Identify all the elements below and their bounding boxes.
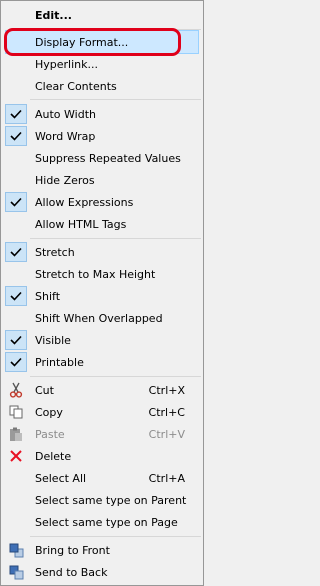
- menu-item-label: Edit...: [35, 8, 72, 22]
- menu-item-label: Hyperlink...: [35, 57, 98, 71]
- menu-item-edit[interactable]: Edit...: [3, 4, 201, 26]
- menu-item-label: Visible: [35, 333, 71, 347]
- menu-item-label: Hide Zeros: [35, 173, 95, 187]
- menu-item-label: Select same type on Page: [35, 515, 178, 529]
- menu-item-label: Paste: [35, 427, 65, 441]
- scissors-icon: [5, 380, 27, 400]
- menu-item-select-all[interactable]: Select All Ctrl+A: [3, 467, 201, 489]
- checkmark-icon: [5, 286, 27, 306]
- menu-item-hide-zeros[interactable]: Hide Zeros: [3, 169, 201, 191]
- menu-item-label: Shift When Overlapped: [35, 311, 163, 325]
- menu-item-select-same-type-on-parent[interactable]: Select same type on Parent: [3, 489, 201, 511]
- menu-item-label: Cut: [35, 383, 54, 397]
- menu-item-hyperlink[interactable]: Hyperlink...: [3, 53, 201, 75]
- menu-item-clear-contents[interactable]: Clear Contents: [3, 75, 201, 97]
- send-to-back-icon: [5, 562, 27, 582]
- menu-item-label: Bring to Front: [35, 543, 110, 557]
- checkmark-icon: [5, 242, 27, 262]
- menu-item-bring-to-front[interactable]: Bring to Front: [3, 539, 201, 561]
- menu-item-word-wrap[interactable]: Word Wrap: [3, 125, 201, 147]
- menu-item-label: Stretch: [35, 245, 75, 259]
- copy-icon: [5, 402, 27, 422]
- bring-to-front-icon: [5, 540, 27, 560]
- paste-icon: [5, 424, 27, 444]
- checkmark-icon: [5, 104, 27, 124]
- menu-item-label: Allow Expressions: [35, 195, 134, 209]
- menu-item-shortcut: Ctrl+X: [148, 383, 185, 397]
- checkmark-icon: [5, 330, 27, 350]
- menu-item-shortcut: Ctrl+V: [148, 427, 185, 441]
- menu-item-label: Printable: [35, 355, 84, 369]
- menu-item-select-same-type-on-page[interactable]: Select same type on Page: [3, 511, 201, 533]
- menu-separator: [30, 99, 201, 100]
- checkmark-icon: [5, 192, 27, 212]
- menu-item-shift-when-overlapped[interactable]: Shift When Overlapped: [3, 307, 201, 329]
- menu-item-send-to-back[interactable]: Send to Back: [3, 561, 201, 583]
- menu-item-copy[interactable]: Copy Ctrl+C: [3, 401, 201, 423]
- menu-item-label: Select same type on Parent: [35, 493, 187, 507]
- menu-item-stretch-to-max-height[interactable]: Stretch to Max Height: [3, 263, 201, 285]
- menu-item-label: Send to Back: [35, 565, 108, 579]
- menu-item-suppress-repeated-values[interactable]: Suppress Repeated Values: [3, 147, 201, 169]
- menu-item-auto-width[interactable]: Auto Width: [3, 103, 201, 125]
- menu-item-label: Stretch to Max Height: [35, 267, 156, 281]
- menu-separator: [30, 376, 201, 377]
- menu-item-visible[interactable]: Visible: [3, 329, 201, 351]
- annotation-ring: [4, 28, 181, 56]
- menu-item-label: Copy: [35, 405, 63, 419]
- menu-item-paste[interactable]: Paste Ctrl+V: [3, 423, 201, 445]
- menu-item-label: Suppress Repeated Values: [35, 151, 181, 165]
- menu-separator: [30, 536, 201, 537]
- delete-x-icon: [5, 446, 27, 466]
- menu-item-stretch[interactable]: Stretch: [3, 241, 201, 263]
- menu-item-shift[interactable]: Shift: [3, 285, 201, 307]
- menu-item-label: Word Wrap: [35, 129, 96, 143]
- context-menu: Edit... Display Format... Hyperlink... C…: [0, 0, 204, 586]
- menu-item-delete[interactable]: Delete: [3, 445, 201, 467]
- menu-item-allow-html-tags[interactable]: Allow HTML Tags: [3, 213, 201, 235]
- menu-item-printable[interactable]: Printable: [3, 351, 201, 373]
- menu-item-shortcut: Ctrl+A: [148, 471, 185, 485]
- menu-separator: [30, 238, 201, 239]
- menu-item-label: Delete: [35, 449, 72, 463]
- menu-item-allow-expressions[interactable]: Allow Expressions: [3, 191, 201, 213]
- checkmark-icon: [5, 352, 27, 372]
- menu-item-label: Clear Contents: [35, 79, 117, 93]
- menu-item-label: Allow HTML Tags: [35, 217, 127, 231]
- menu-item-shortcut: Ctrl+C: [148, 405, 185, 419]
- menu-item-label: Auto Width: [35, 107, 96, 121]
- menu-item-label: Shift: [35, 289, 61, 303]
- checkmark-icon: [5, 126, 27, 146]
- menu-item-cut[interactable]: Cut Ctrl+X: [3, 379, 201, 401]
- menu-item-label: Select All: [35, 471, 87, 485]
